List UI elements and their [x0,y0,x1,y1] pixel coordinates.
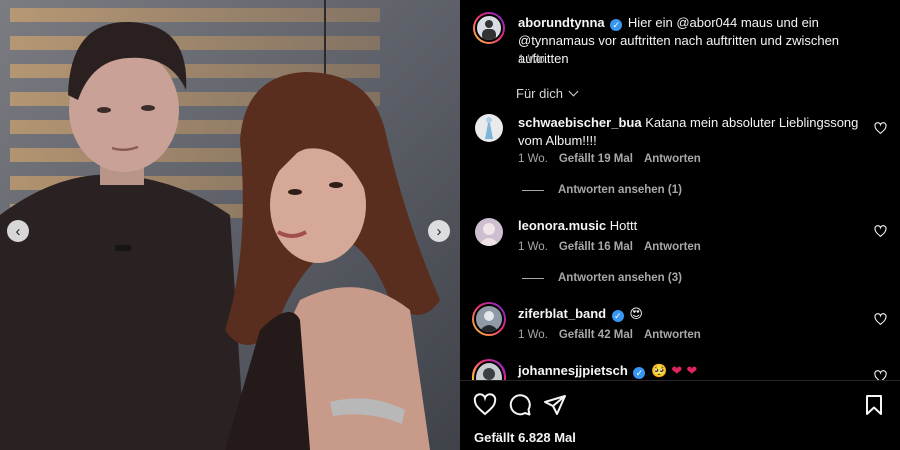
comment-body: leonora.music Hottt [518,217,873,235]
post-action-bar: Gefällt 6.828 Mal [460,381,900,450]
commenter-avatar[interactable] [475,218,503,246]
avatar-image [485,117,493,139]
post-caption: aborundtynna ✓ Hier ein @abor044 maus un… [518,14,888,68]
reply-button[interactable]: Antworten [644,153,701,165]
heart-icon[interactable] [874,313,887,326]
reply-button[interactable]: Antworten [644,241,701,253]
verified-badge-icon: ✓ [633,367,646,379]
comment-body: johannesjjpietsch ✓ 🥺 ❤ ❤ [518,362,873,381]
post-likes-count[interactable]: Gefällt 6.828 Mal [474,430,576,445]
divider [522,277,544,279]
author-avatar[interactable] [473,12,505,44]
comment-sort-dropdown[interactable]: Für dich [516,86,579,101]
reply-button[interactable]: Antworten [644,329,701,341]
view-replies-button[interactable]: Antworten ansehen (1) [522,184,682,196]
heart-icon[interactable] [874,122,887,135]
comment-text: 🥺 ❤ ❤ [651,364,698,379]
comment-meta: 1 Wo. Gefällt 42 Mal Antworten [518,329,701,341]
chevron-left-icon: ‹ [15,222,21,240]
commenter-username[interactable]: johannesjjpietsch [518,363,628,378]
avatar-image [478,223,500,246]
comment-text: Hottt [609,218,638,233]
photo-illustration [0,0,460,450]
verified-badge-icon: ✓ [611,310,624,322]
comment-body: ziferblat_band ✓ 😍 [518,305,873,324]
verified-badge-icon: ✓ [610,19,623,31]
chevron-right-icon: › [436,222,442,240]
mention-link[interactable]: @tynnamaus [518,33,595,48]
comment-likes[interactable]: Gefällt 19 Mal [559,153,633,165]
post-photo: ‹ › [0,0,460,450]
next-image-button[interactable]: › [428,220,450,242]
bookmark-icon[interactable] [862,393,886,417]
comment-meta: 1 Wo. Gefällt 19 Mal Antworten [518,153,701,165]
comment-meta: 1 Wo. Gefällt 16 Mal Antworten [518,241,701,253]
commenter-username[interactable]: ziferblat_band [518,306,606,321]
divider [522,189,544,191]
commenter-avatar[interactable] [475,114,503,142]
comment-likes[interactable]: Gefällt 42 Mal [559,329,633,341]
sort-label: Für dich [516,86,563,101]
commenter-username[interactable]: leonora.music [518,218,606,233]
commenter-username[interactable]: schwaebischer_bua [518,115,642,130]
previous-image-button[interactable]: ‹ [7,220,29,242]
commenter-avatar[interactable] [472,302,506,336]
comment-text: 😍 [629,307,643,322]
comment-likes[interactable]: Gefällt 16 Mal [559,241,633,253]
chevron-down-icon [568,86,579,97]
avatar-image [479,311,499,332]
comment-icon[interactable] [508,393,532,417]
author-username[interactable]: aborundtynna [518,15,605,30]
send-icon[interactable] [543,393,567,417]
heart-icon[interactable] [874,370,887,380]
comment-body: schwaebischer_bua Katana mein absoluter … [518,114,873,150]
heart-icon[interactable] [874,225,887,238]
avatar-image [482,20,496,40]
comments-panel: aborundtynna ✓ Hier ein @abor044 maus un… [460,0,900,450]
commenter-avatar[interactable] [472,359,506,381]
caption-text-2: maus und ein [737,15,819,30]
avatar-image [483,368,495,380]
mention-link[interactable]: @abor044 [676,15,737,30]
caption-text-1: Hier ein [627,15,677,30]
post-age: 1 Wo. [518,54,548,66]
view-replies-button[interactable]: Antworten ansehen (3) [522,272,682,284]
heart-icon[interactable] [473,393,497,417]
